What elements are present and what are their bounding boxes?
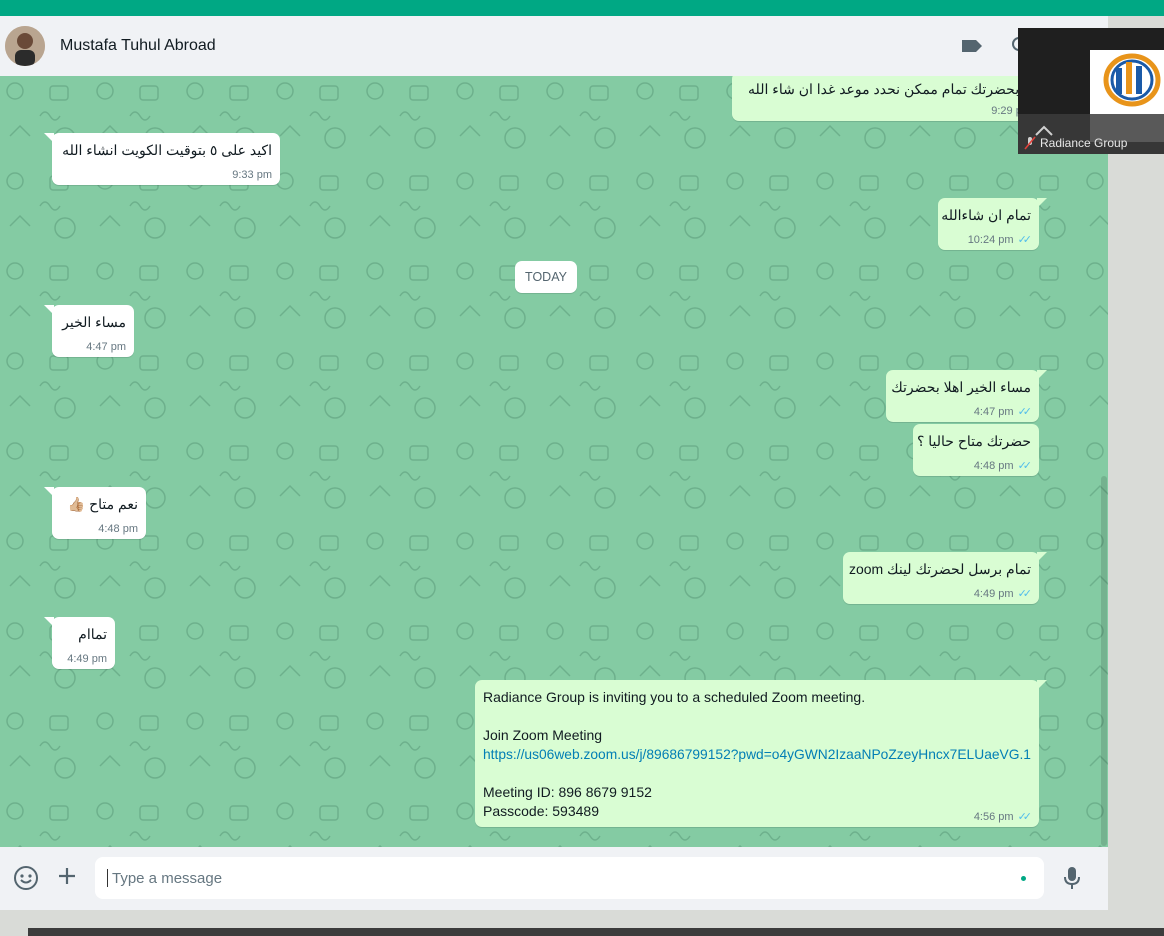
message-list[interactable]: لا بحضرتك تمام ممكن نحدد موعد غدا ان شاء… [0,76,1108,847]
double-check-icon: ✓✓ [1017,234,1033,246]
message-text: لا بحضرتك تمام ممكن نحدد موعد غدا ان شاء… [748,81,1031,97]
zoom-meeting-id: Meeting ID: 896 8679 9152 [483,784,652,800]
message-text: تماام [78,626,107,642]
message-outgoing[interactable]: لا بحضرتك تمام ممكن نحدد موعد غدا ان شاء… [732,76,1039,121]
emoji-icon[interactable] [13,865,39,891]
message-outgoing[interactable]: حضرتك متاح حاليا ؟ 4:48 pm ✓✓ [913,424,1039,476]
plus-icon[interactable] [56,865,78,887]
message-text: اكيد على ٥ بتوقيت الكويت انشاء الله [62,142,272,158]
message-text: تمام برسل لحضرتك لينك zoom [848,561,1031,577]
message-incoming[interactable]: مساء الخير 4:47 pm [44,305,134,357]
message-time: 4:47 pm [86,341,126,353]
contact-name[interactable]: Mustafa Tuhul Abroad [60,37,216,55]
message-time: 4:56 pm [973,810,1014,823]
message-input[interactable]: Type a message [95,857,1044,899]
message-input-placeholder: Type a message [112,870,223,887]
participant-name: Radiance Group [1040,136,1128,150]
message-incoming[interactable]: تماام 4:49 pm [44,617,115,669]
message-time: 10:24 pm [967,233,1014,246]
message-time: 4:48 pm [973,459,1014,472]
double-check-icon: ✓✓ [1017,460,1033,472]
message-time: 4:49 pm [973,587,1014,600]
taskbar-edge [28,928,1164,936]
contact-avatar[interactable] [5,26,45,66]
chat-header[interactable]: Mustafa Tuhul Abroad [0,16,1108,77]
whatsapp-chat-window: Mustafa Tuhul Abroad لا بحضرتك تمام ممكن… [0,16,1108,910]
message-outgoing[interactable]: تمام برسل لحضرتك لينك zoom 4:49 pm ✓✓ [843,552,1047,604]
double-check-icon: ✓✓ [1017,811,1033,823]
scrollbar[interactable] [1101,476,1107,846]
double-check-icon: ✓✓ [1017,406,1033,418]
zoom-passcode: Passcode: 593489 [483,803,599,819]
message-outgoing-zoom-invite[interactable]: Radiance Group is inviting you to a sche… [475,680,1047,827]
zoom-meeting-link[interactable]: https://us06web.zoom.us/j/89686799152?pw… [483,745,1031,764]
message-time: 4:47 pm [973,405,1014,418]
message-time: 9:33 pm [232,169,272,181]
day-divider: TODAY [515,261,577,293]
message-text: حضرتك متاح حاليا ؟ [916,433,1031,449]
message-outgoing[interactable]: مساء الخير اهلا بحضرتك 4:47 pm ✓✓ [886,370,1047,422]
mic-icon[interactable] [1062,865,1082,891]
status-dot [1021,876,1026,881]
message-time: 4:48 pm [98,523,138,535]
message-text: نعم متاح 👍🏼 [67,496,138,512]
top-accent-bar [0,0,1164,16]
message-incoming[interactable]: اكيد على ٥ بتوقيت الكويت انشاء الله 9:33… [44,133,280,185]
message-text: مساء الخير [62,314,126,330]
message-outgoing[interactable]: تمام ان شاءالله 10:24 pm ✓✓ [938,198,1047,250]
double-check-icon: ✓✓ [1017,588,1033,600]
label-icon[interactable] [960,38,984,54]
message-incoming[interactable]: نعم متاح 👍🏼 4:48 pm [44,487,146,539]
text-cursor [107,869,108,887]
message-text: تمام ان شاءالله [941,207,1031,223]
zoom-join-label: Join Zoom Meeting [483,727,603,743]
message-time: 4:49 pm [67,653,107,665]
zoom-invite-line: Radiance Group is inviting you to a sche… [483,689,866,705]
message-composer: Type a message [0,847,1108,910]
zoom-participant-overlay[interactable]: Radiance Group [1018,28,1164,154]
mic-off-icon [1024,136,1036,150]
message-text: مساء الخير اهلا بحضرتك [891,379,1031,395]
